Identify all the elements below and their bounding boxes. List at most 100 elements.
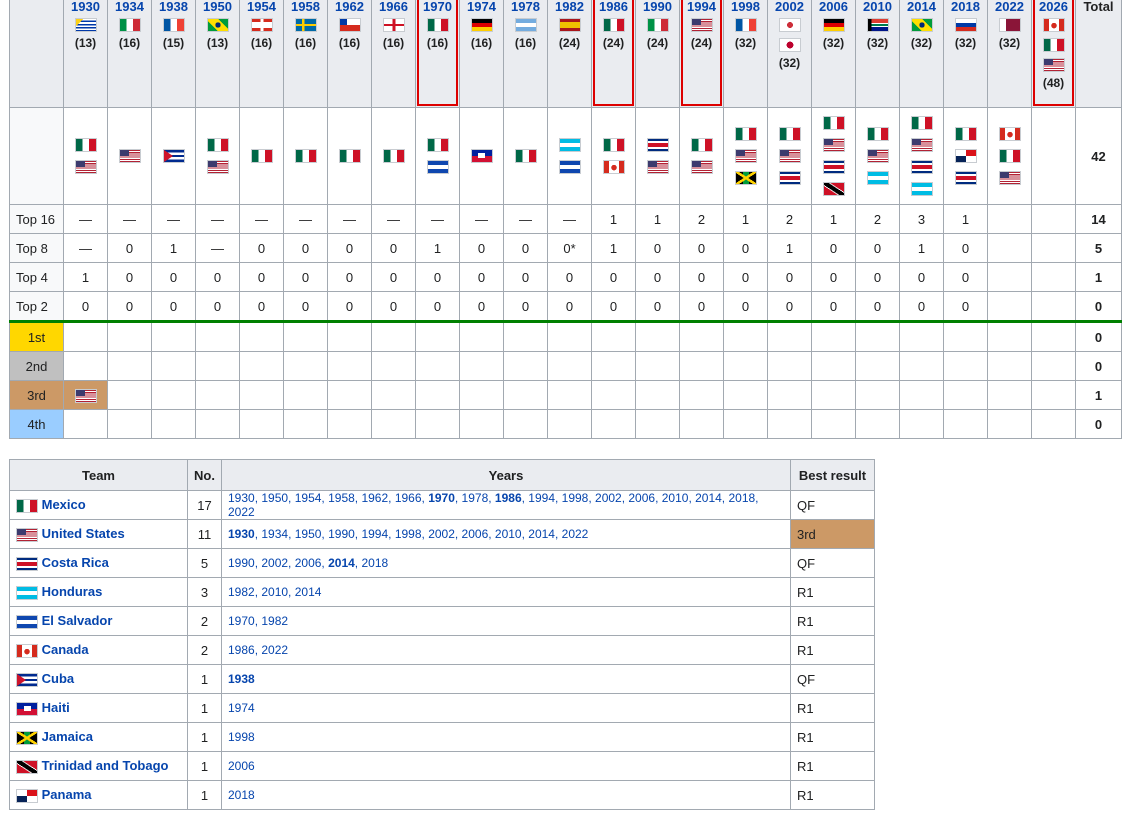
years-segment[interactable]: 1990, 2002, 2006, [228,556,328,570]
team-link-jamaica[interactable]: Jamaica [42,729,93,744]
team-link-panama[interactable]: Panama [42,787,92,802]
year-link-1986[interactable]: 1986 [592,0,635,14]
flag-canton [75,389,85,397]
year-link-1966[interactable]: 1966 [372,0,415,14]
appearances-count: 1 [187,780,222,810]
team-link-mexico[interactable]: Mexico [42,497,86,512]
stat-value: 0 [371,262,416,292]
flag-usa-icon [118,149,141,163]
stat-value: 0 [283,262,328,292]
place-cell [1031,409,1076,439]
flag-can-icon [1042,18,1065,32]
team-link-haiti[interactable]: Haiti [42,700,70,715]
teams-cell-1982 [547,107,592,205]
stat-value [1031,262,1076,292]
years-segment[interactable]: 1970, 1982 [228,614,288,628]
team-link-trinidad-and-tobago[interactable]: Trinidad and Tobago [42,758,169,773]
year-link-1954[interactable]: 1954 [240,0,283,14]
stat-total: 0 [1075,291,1122,323]
year-link-2026[interactable]: 2026 [1032,0,1075,14]
year-link-1978[interactable]: 1978 [504,0,547,14]
year-link-1958[interactable]: 1958 [284,0,327,14]
years-segment[interactable]: 1974 [228,701,255,715]
years-segment[interactable]: 1970 [428,491,455,505]
years-segment[interactable]: , 2018 [355,556,388,570]
team-link-united-states[interactable]: United States [42,526,125,541]
place-cell [459,321,504,352]
place-cell [855,409,900,439]
years-segment[interactable]: 1982, 2010, 2014 [228,585,321,599]
years-segment[interactable]: 1986 [495,491,522,505]
year-link-1934[interactable]: 1934 [108,0,151,14]
stat-value: 1 [899,233,944,263]
year-link-1950[interactable]: 1950 [196,0,239,14]
year-header-1974: 1974 (16) [459,0,504,108]
flag-mex-icon [514,149,537,163]
year-link-1970[interactable]: 1970 [416,0,459,14]
best-result: R1 [790,577,875,607]
flag-mex-icon [74,138,97,152]
year-link-2002[interactable]: 2002 [768,0,811,14]
year-link-2018[interactable]: 2018 [944,0,987,14]
flag-rsa-icon [866,18,889,32]
flag-slv-icon [16,614,38,629]
year-header-2006: 2006 (32) [811,0,856,108]
stat-value: 0 [767,262,812,292]
flag-mex-icon [1042,38,1065,52]
year-header-1994: 1994 (24) [679,0,724,108]
stat-value: 0 [327,233,372,263]
team-count: (48) [1042,76,1065,90]
team-count: (15) [162,36,185,50]
year-link-2010[interactable]: 2010 [856,0,899,14]
place-cell [195,380,240,410]
years-segment[interactable]: 1930 [228,527,255,541]
years-segment[interactable]: 2014 [328,556,355,570]
year-link-1998[interactable]: 1998 [724,0,767,14]
years-segment[interactable]: 2018 [228,788,255,802]
year-link-2022[interactable]: 2022 [988,0,1031,14]
place-cell [635,380,680,410]
year-link-2006[interactable]: 2006 [812,0,855,14]
year-link-1982[interactable]: 1982 [548,0,591,14]
year-link-1930[interactable]: 1930 [64,0,107,14]
place-cell [855,380,900,410]
team-link-cuba[interactable]: Cuba [42,671,75,686]
year-link-1974[interactable]: 1974 [460,0,503,14]
stat-value: 2 [855,204,900,234]
years-segment[interactable]: 1986, 2022 [228,643,288,657]
years-segment[interactable]: 1930, 1950, 1954, 1958, 1962, 1966, [228,491,428,505]
team-flags [548,138,591,174]
year-link-2014[interactable]: 2014 [900,0,943,14]
team-cell: Jamaica [9,722,188,752]
team-link-el-salvador[interactable]: El Salvador [42,613,113,628]
flag-usa-icon [778,149,801,163]
year-header-2026: 2026 (48) [1031,0,1076,108]
year-header-1958: 1958 (16) [283,0,328,108]
year-link-1962[interactable]: 1962 [328,0,371,14]
team-link-canada[interactable]: Canada [42,642,89,657]
stat-value: 0 [327,291,372,323]
year-link-1994[interactable]: 1994 [680,0,723,14]
team-link-honduras[interactable]: Honduras [42,584,103,599]
teams-cell-1962 [327,107,372,205]
team-link-costa-rica[interactable]: Costa Rica [42,555,109,570]
team-count: (16) [514,36,537,50]
year-link-1990[interactable]: 1990 [636,0,679,14]
years-segment[interactable]: , 1934, 1950, 1990, 1994, 1998, 2002, 20… [255,527,589,541]
year-link-1938[interactable]: 1938 [152,0,195,14]
place-cell [811,380,856,410]
years-segment[interactable]: 1938 [228,672,255,686]
team-flags [372,149,415,163]
year-header-1982: 1982 (24) [547,0,592,108]
years-segment[interactable]: 1998 [228,730,255,744]
best-result: 3rd [790,519,875,549]
years-segment[interactable]: , 1978, [455,491,495,505]
team-flags [196,138,239,174]
flag-canton [119,150,129,157]
flag-fra-icon [734,18,757,32]
flag-usa-icon [690,160,713,174]
years-segment[interactable]: 2006 [228,759,255,773]
host-flags [900,18,943,32]
team-flags [64,138,107,174]
flag-canton [647,161,657,168]
